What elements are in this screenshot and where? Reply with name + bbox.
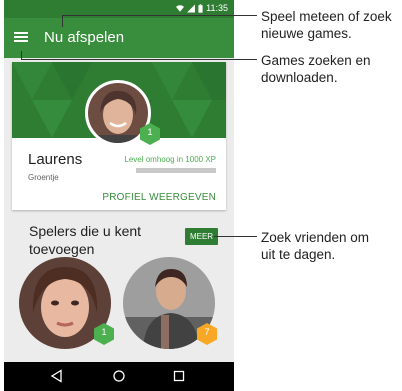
wifi-icon (176, 5, 185, 12)
callout-title-text: Games zoeken en downloaden. (261, 53, 371, 85)
suggestions-title: Spelers die u kent toevoegen (29, 223, 142, 257)
callout-more-text: Zoek vrienden om uit te dagen. (261, 230, 370, 262)
profile-name: Laurens (28, 151, 83, 168)
view-profile-link[interactable]: PROFIEL WEERGEVEN (102, 192, 216, 203)
callout-leader (21, 59, 257, 60)
player-badge: 1 (94, 323, 114, 345)
profile-rank: Groentje (28, 173, 59, 182)
back-icon[interactable] (50, 369, 64, 383)
navigation-bar (4, 362, 234, 391)
profile-card: 1 Laurens Groentje Level omhoog in 1000 … (12, 62, 226, 210)
level-badge: 1 (140, 123, 160, 145)
clock: 11:35 (206, 3, 228, 13)
signal-icon (187, 4, 196, 13)
battery-icon (198, 4, 203, 13)
player-badge: 7 (197, 323, 217, 345)
callout-leader (21, 51, 22, 59)
level-badge-number: 1 (147, 127, 153, 137)
app-bar-title[interactable]: Nu afspelen (44, 29, 124, 46)
player-badge-number: 7 (204, 327, 210, 337)
avatar-photo (88, 83, 148, 143)
callout-menu-text: Speel meteen of zoek nieuwe games. (261, 9, 392, 41)
app-bar: Nu afspelen (4, 18, 234, 58)
xp-progress-bar (136, 168, 216, 173)
callout-leader (62, 15, 257, 16)
recents-icon[interactable] (172, 369, 186, 383)
level-up-text: Level omhoog in 1000 XP (124, 155, 216, 164)
callout-leader (62, 15, 63, 27)
callout-leader (214, 236, 257, 237)
hamburger-icon[interactable] (14, 30, 28, 44)
home-icon[interactable] (112, 369, 126, 383)
player-badge-number: 1 (101, 327, 107, 337)
